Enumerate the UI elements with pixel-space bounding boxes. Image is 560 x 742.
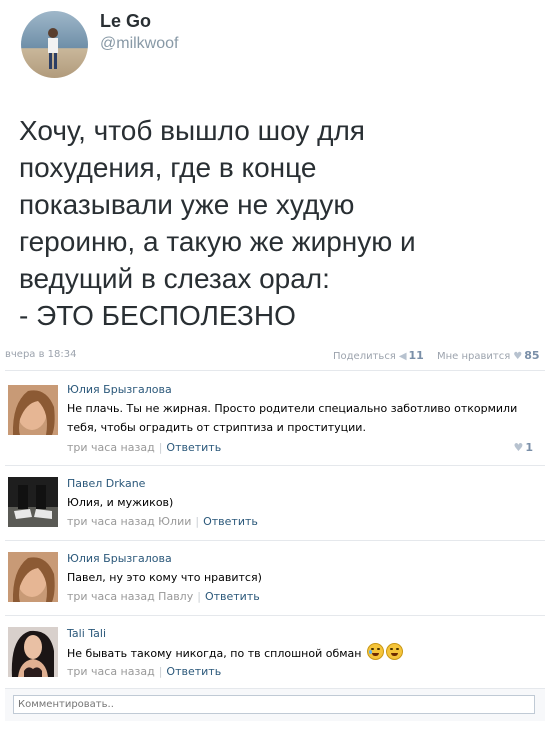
divider: [5, 465, 545, 466]
comment: Павел Drkane Юлия, и мужиков) три часа н…: [0, 477, 545, 537]
comment-form: [5, 688, 545, 721]
reply-link[interactable]: Ответить: [203, 515, 258, 528]
divider: [5, 540, 545, 541]
comment-text: Не бывать такому никогда, по тв сплошной…: [67, 643, 532, 663]
comment-time[interactable]: три часа назад: [67, 665, 155, 678]
post-date[interactable]: вчера в 18:34: [5, 349, 77, 360]
tweet-text: Хочу, чтоб вышло шоу для похудения, где …: [19, 112, 539, 334]
likes-label: Мне нравится: [437, 351, 511, 362]
heart-icon: ♥: [513, 441, 524, 454]
comment: Юлия Брызгалова Не плачь. Ты не жирная. …: [0, 383, 545, 463]
comment-time[interactable]: три часа назад Юлии: [67, 515, 191, 528]
comment-meta: три часа назад Юлии | Ответить: [67, 515, 258, 528]
like-button[interactable]: Мне нравится ♥ 85: [437, 349, 540, 362]
comment-time[interactable]: три часа назад Павлу: [67, 590, 193, 603]
meta-divider: |: [195, 515, 200, 528]
comment-meta: три часа назад Павлу | Ответить: [67, 590, 260, 603]
megaphone-icon: ◀: [398, 351, 407, 362]
comment-input[interactable]: [13, 695, 535, 714]
meta-divider: |: [158, 441, 163, 454]
tweet-text-line: - ЭТО БЕСПОЛЕЗНО: [19, 300, 296, 331]
comment-text: Павел, ну это кому что нравится): [67, 571, 262, 584]
tweet-text-line: похудения, где в конце: [19, 152, 317, 183]
tweet-text-line: героиню, а такую же жирную и: [19, 226, 416, 257]
comment-author[interactable]: Tali Tali: [67, 627, 106, 640]
comment-like-button[interactable]: ♥ 1: [513, 441, 533, 454]
reply-link[interactable]: Ответить: [205, 590, 260, 603]
tweet-screenshot: Le Go @milkwoof Хочу, чтоб вышло шоу для…: [0, 0, 560, 345]
tweet-text-line: ведущий в слезах орал:: [19, 263, 330, 294]
comment: Tali Tali Не бывать такому никогда, по т…: [0, 627, 545, 687]
comment-avatar[interactable]: [8, 552, 58, 602]
tweet-author-handle: @milkwoof: [100, 35, 179, 52]
tweet-author-avatar: [21, 11, 88, 78]
comment: Юлия Брызгалова Павел, ну это кому что н…: [0, 552, 545, 612]
comment-meta: три часа назад | Ответить: [67, 441, 221, 454]
tweet-author-name: Le Go: [100, 11, 152, 31]
post-meta-bar: вчера в 18:34 Поделиться ◀ 11 Мне нравится…: [0, 345, 545, 365]
divider: [5, 615, 545, 616]
heart-icon: ♥: [513, 351, 523, 362]
likes-count: 85: [524, 349, 540, 362]
tweet-text-line: показывали уже не худую: [19, 189, 355, 220]
comment-like-count: 1: [525, 441, 533, 454]
meta-divider: |: [158, 665, 163, 678]
share-count: 11: [408, 349, 424, 362]
comment-text: Юлия, и мужиков): [67, 496, 174, 509]
meta-divider: |: [197, 590, 201, 603]
laughing-emoji-icon: [385, 643, 403, 660]
comment-avatar[interactable]: [8, 627, 58, 677]
comment-avatar[interactable]: [8, 385, 58, 435]
comment-text: Не плачь. Ты не жирная. Просто родители …: [67, 402, 518, 434]
share-button[interactable]: Поделиться ◀ 11: [333, 349, 424, 362]
reply-link[interactable]: Ответить: [166, 441, 221, 454]
tweet-text-line: Хочу, чтоб вышло шоу для: [19, 115, 365, 146]
comment-author[interactable]: Юлия Брызгалова: [67, 383, 172, 396]
comment-author[interactable]: Юлия Брызгалова: [67, 552, 172, 565]
divider: [5, 370, 545, 371]
comment-avatar[interactable]: [8, 477, 58, 527]
crying-emoji-icon: [366, 643, 384, 660]
comment-time[interactable]: три часа назад: [67, 441, 155, 454]
reply-link[interactable]: Ответить: [166, 665, 221, 678]
share-label: Поделиться: [333, 351, 396, 362]
comment-author[interactable]: Павел Drkane: [67, 477, 145, 490]
comment-text-body: Не бывать такому никогда, по тв сплошной…: [67, 647, 362, 660]
comment-meta: три часа назад | Ответить: [67, 665, 221, 678]
